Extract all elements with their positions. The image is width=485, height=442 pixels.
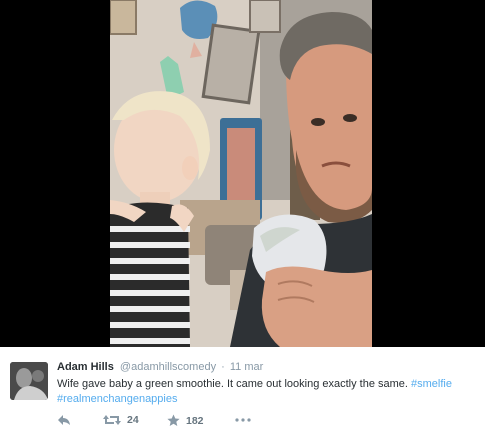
more-dots-icon — [235, 418, 251, 422]
media-container — [0, 0, 485, 347]
favorite-button[interactable]: 182 — [167, 414, 204, 427]
reply-button[interactable] — [57, 414, 71, 426]
hashtag-link[interactable]: #realmenchangenappies — [57, 393, 177, 405]
retweet-count: 24 — [127, 414, 139, 426]
retweet-icon — [103, 415, 121, 425]
avatar[interactable] — [10, 362, 48, 400]
tweet-actions: 24 182 — [57, 414, 477, 430]
tweet-card: Adam Hills @adamhillscomedy · 11 mar Wif… — [0, 347, 485, 442]
avatar-image — [10, 362, 48, 400]
hashtag-link[interactable]: #smelfie — [411, 378, 452, 390]
screen-name[interactable]: @adamhillscomedy — [120, 361, 216, 373]
tweet-header: Adam Hills @adamhillscomedy · 11 mar — [57, 361, 263, 373]
star-icon — [167, 414, 180, 426]
display-name[interactable]: Adam Hills — [57, 361, 114, 373]
timestamp[interactable]: 11 mar — [230, 361, 263, 373]
retweet-button[interactable]: 24 — [103, 414, 139, 426]
separator: · — [221, 361, 225, 373]
tweet-photo[interactable] — [110, 0, 372, 347]
favorite-count: 182 — [186, 414, 204, 427]
tweet-text: Wife gave baby a green smoothie. It came… — [57, 377, 477, 407]
more-button[interactable] — [235, 417, 251, 423]
tweet-body: Wife gave baby a green smoothie. It came… — [57, 378, 412, 390]
photo-image — [110, 0, 372, 347]
reply-icon — [58, 415, 70, 425]
